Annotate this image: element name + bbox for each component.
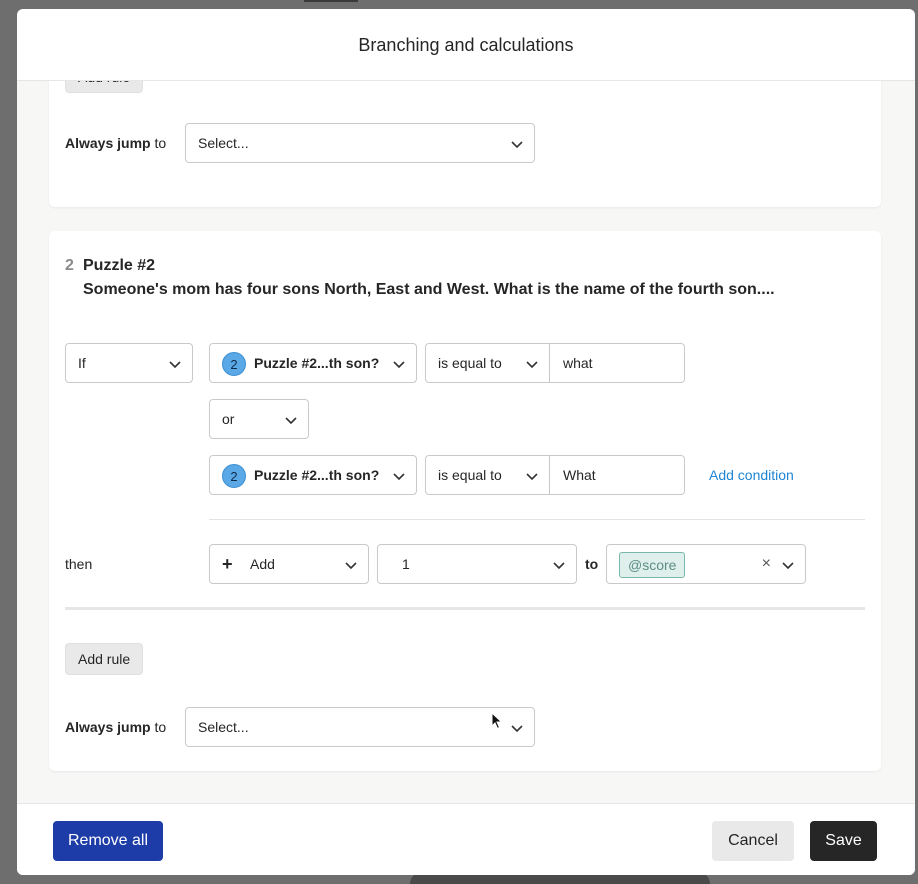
comparator-select-2[interactable]: is equal to (425, 455, 550, 495)
question-number-badge: 2 (222, 464, 246, 488)
question-card-2: 2 Puzzle #2 Someone's mom has four sons … (49, 231, 881, 771)
chevron-down-icon (525, 357, 539, 371)
chevron-down-icon (168, 357, 182, 371)
variable-tag: @score (619, 552, 686, 578)
action-operation-select[interactable]: + Add (209, 544, 369, 584)
cancel-button[interactable]: Cancel (712, 821, 794, 861)
always-jump-select[interactable]: Select... (185, 123, 535, 163)
branching-modal: Branching and calculations Add rule Alwa… (17, 9, 915, 875)
logic-operator-select[interactable]: If (65, 343, 193, 383)
chevron-down-icon (510, 137, 524, 151)
always-jump-to: to (154, 135, 167, 151)
modal-title: Branching and calculations (358, 35, 574, 55)
chevron-down-icon (525, 469, 539, 483)
add-rule-button[interactable]: Add rule (65, 81, 144, 93)
join-operator-select[interactable]: or (209, 399, 309, 439)
always-jump-to: to (154, 719, 167, 735)
remove-all-button[interactable]: Remove all (53, 821, 163, 861)
always-jump-bold: Always jump (65, 135, 151, 151)
condition-question-select-1[interactable]: 2 Puzzle #2...th son? (209, 343, 417, 383)
question-text: Someone's mom has four sons North, East … (83, 281, 775, 298)
chevron-down-icon (510, 721, 524, 735)
to-label: to (585, 556, 599, 572)
question-card-1: Add rule Always jump to Select... (49, 81, 881, 207)
always-jump-select[interactable]: Select... (185, 707, 535, 747)
condition-question-select-2[interactable]: 2 Puzzle #2...th son? (209, 455, 417, 495)
modal-footer: Remove all Cancel Save (17, 803, 915, 875)
rule-divider (65, 607, 865, 610)
input-value: What (563, 467, 596, 483)
chevron-down-icon (392, 469, 406, 483)
chevron-down-icon (552, 558, 566, 572)
clear-icon[interactable]: × (762, 555, 771, 573)
mouse-cursor-icon (491, 711, 503, 730)
select-value: 1 (402, 556, 410, 572)
chevron-down-icon (284, 413, 298, 427)
then-label: then (65, 556, 93, 572)
always-jump-label: Always jump to (65, 717, 166, 737)
condition-divider (209, 519, 865, 520)
add-rule-button[interactable]: Add rule (65, 643, 144, 675)
chevron-down-icon (392, 357, 406, 371)
modal-body[interactable]: Add rule Always jump to Select... 2 Puzz… (17, 81, 915, 803)
select-value: is equal to (438, 355, 502, 371)
plus-icon: + (222, 554, 233, 574)
action-amount-select[interactable]: 1 (377, 544, 577, 584)
select-value: Select... (198, 719, 249, 735)
modal-header: Branching and calculations (17, 9, 915, 81)
question-number-badge: 2 (222, 352, 246, 376)
question-title: Puzzle #2 (83, 257, 156, 274)
select-value: is equal to (438, 467, 502, 483)
select-value: Select... (198, 135, 249, 151)
add-condition-link[interactable]: Add condition (709, 467, 794, 483)
select-value: Puzzle #2...th son? (254, 355, 380, 371)
always-jump-bold: Always jump (65, 719, 151, 735)
variable-select[interactable]: @score × (606, 544, 806, 584)
select-value: Puzzle #2...th son? (254, 467, 380, 483)
select-value: If (78, 355, 86, 371)
select-value: Add (250, 556, 275, 572)
input-value: what (563, 355, 593, 371)
save-button[interactable]: Save (810, 821, 877, 861)
condition-value-input-1[interactable]: what (549, 343, 685, 383)
comparator-select-1[interactable]: is equal to (425, 343, 550, 383)
select-value: or (222, 411, 235, 427)
always-jump-label: Always jump to (65, 133, 166, 153)
chevron-down-icon (781, 558, 795, 572)
question-number: 2 (65, 257, 74, 274)
condition-value-input-2[interactable]: What (549, 455, 685, 495)
chevron-down-icon (344, 558, 358, 572)
background-bar (304, 0, 358, 2)
